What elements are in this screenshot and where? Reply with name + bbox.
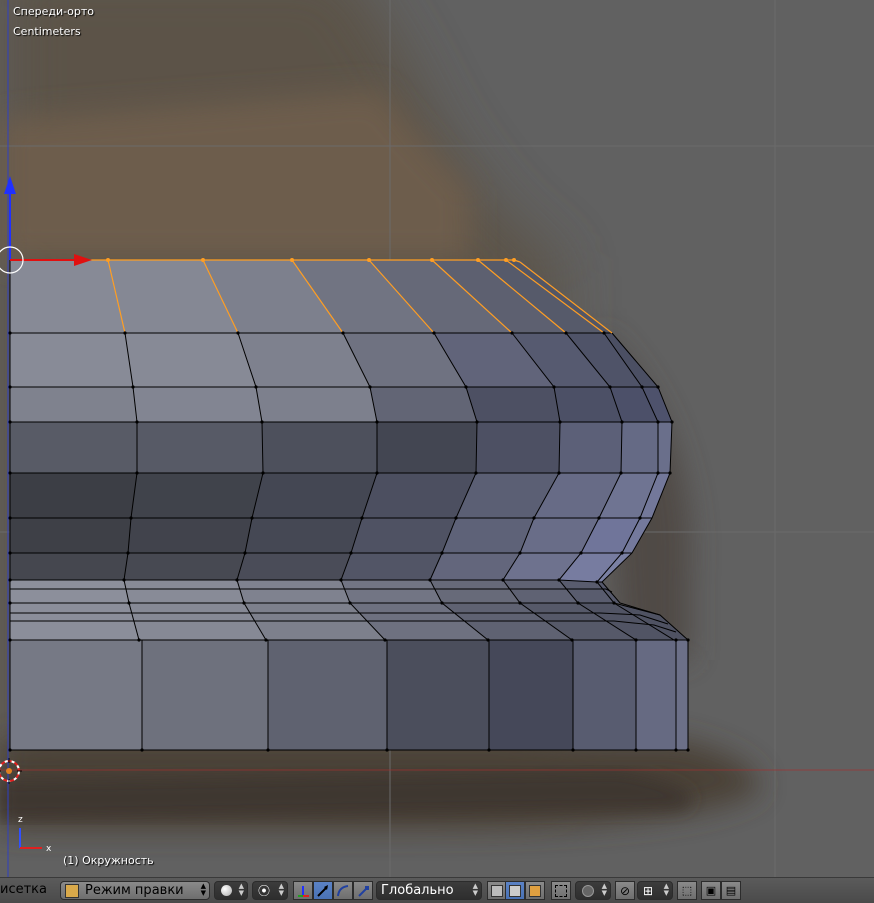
camera-icon: ▣ [705,884,717,897]
pivot-icon: ⦿ [258,884,271,898]
snap-element-selector[interactable]: ⊞ ▲ ▼ [637,881,673,900]
vertex-select-icon [491,884,503,897]
opengl-render-button[interactable]: ⬚ [677,881,697,900]
rotate-icon [337,884,349,896]
snap-icon: ⊘ [619,883,631,898]
mode-selector[interactable]: Режим правки ▲ ▼ [60,881,210,900]
clapperboard-icon: ▤ [725,884,737,897]
solid-shading-icon [221,885,232,896]
manipulator-icon [298,885,309,897]
orientation-label: Глобально [381,883,454,898]
opengl-render-animation-button[interactable]: ▤ [721,881,741,900]
object-info-label: (1) Окружность [63,854,154,867]
view-name-label: Спереди-орто [13,5,94,18]
mode-label: Режим правки [85,883,184,898]
updown-arrows-icon: ▲ ▼ [663,882,669,897]
face-select-icon [529,884,541,897]
scale-icon [358,885,369,897]
updown-arrows-icon: ▲ ▼ [472,882,478,897]
viewport-header: исетка Режим правки ▲ ▼ ▲ ▼ ⦿ ▲ ▼ Глобально… [0,877,874,903]
transform-orientation-selector[interactable]: Глобально ▲ ▼ [376,881,482,900]
translate-manipulator-button[interactable] [313,881,333,900]
updown-arrows-icon: ▲ ▼ [200,882,206,897]
pivot-point-selector[interactable]: ⦿ ▲ ▼ [252,881,288,900]
3d-viewport[interactable]: z x Спереди-орто Centimeters (1) Окружно… [0,0,874,877]
viewport-shading-selector[interactable]: ▲ ▼ [214,881,248,900]
proportional-edit-selector[interactable]: ▲ ▼ [575,881,611,900]
units-label: Centimeters [13,25,81,38]
rotate-manipulator-button[interactable] [333,881,353,900]
render-icon: ⬚ [681,884,693,897]
snap-toggle-button[interactable]: ⊘ [615,881,635,900]
updown-arrows-icon: ▲ ▼ [601,882,607,897]
proportional-edit-icon [582,884,594,897]
arrow-icon [317,884,328,897]
manipulator-toggle-button[interactable] [293,881,313,900]
axis-x-label: x [46,844,52,854]
opengl-render-image-button[interactable]: ▣ [701,881,721,900]
face-select-button[interactable] [525,881,545,900]
viewport-canvas: z x [0,0,874,877]
scale-manipulator-button[interactable] [353,881,373,900]
limit-selection-icon [555,884,567,897]
vertex-select-button[interactable] [487,881,507,900]
axis-z-label: z [18,815,23,825]
editor-type-label: исетка [0,882,47,897]
snap-increment-icon: ⊞ [643,883,654,898]
edge-select-icon [509,884,521,897]
updown-arrows-icon: ▲ ▼ [278,882,284,897]
edge-select-button[interactable] [505,881,525,900]
edit-mode-icon [65,883,79,898]
limit-selection-button[interactable] [551,881,571,900]
updown-arrows-icon: ▲ ▼ [238,882,244,897]
